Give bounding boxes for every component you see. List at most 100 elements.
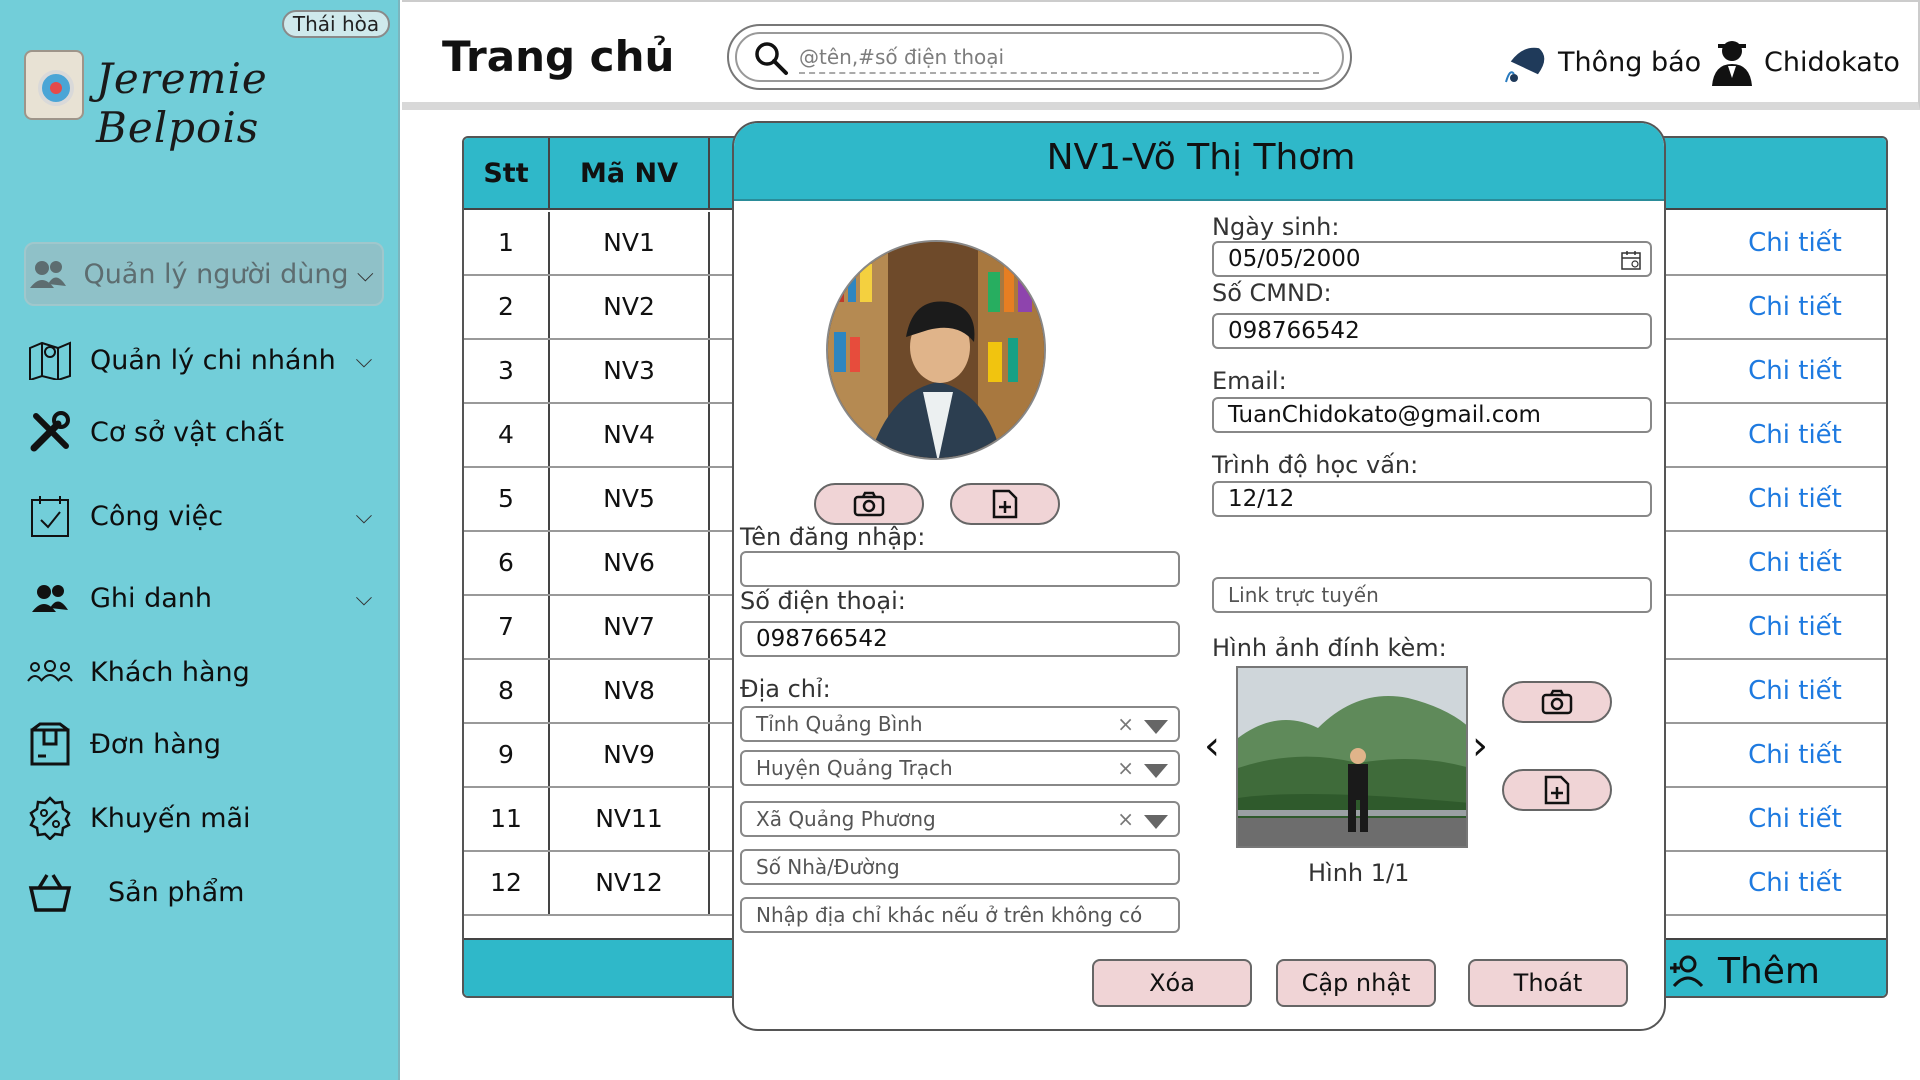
birth-date-field[interactable]: 05/05/2000 bbox=[1212, 241, 1652, 277]
clear-icon[interactable]: × bbox=[1117, 803, 1134, 835]
online-link-field[interactable]: Link trực tuyến bbox=[1212, 577, 1652, 613]
search-input[interactable] bbox=[799, 42, 1319, 74]
employee-avatar bbox=[826, 240, 1046, 460]
column-header-code: Mã NV bbox=[550, 138, 710, 210]
add-button[interactable]: Thêm bbox=[1668, 944, 1820, 996]
sidebar-item-label: Cơ sở vật chất bbox=[90, 416, 284, 448]
detail-link[interactable]: Chi tiết bbox=[1700, 532, 1886, 594]
detail-link[interactable]: Chi tiết bbox=[1700, 276, 1886, 338]
ward-select[interactable]: Xã Quảng Phương × bbox=[740, 801, 1180, 837]
sidebar-item-branch-management[interactable]: Quản lý chi nhánh ⌵ bbox=[24, 328, 384, 392]
email-label: Email: bbox=[1212, 367, 1287, 395]
sidebar-item-label: Công việc bbox=[90, 500, 224, 532]
discount-icon bbox=[24, 792, 76, 844]
caret-down-icon[interactable] bbox=[1144, 764, 1168, 778]
other-address-field[interactable]: Nhập địa chỉ khác nếu ở trên không có bbox=[740, 897, 1180, 933]
sidebar-item-label: Quản lý người dùng bbox=[83, 258, 349, 290]
cell-code: NV9 bbox=[550, 724, 710, 786]
cell-stt: 3 bbox=[464, 340, 550, 402]
take-photo-button[interactable] bbox=[814, 483, 924, 525]
ward-value: Xã Quảng Phương bbox=[756, 807, 936, 831]
sidebar-item-enrollment[interactable]: Ghi danh ⌵ bbox=[24, 566, 384, 630]
cell-stt: 6 bbox=[464, 532, 550, 594]
sidebar: Thái hòa Jeremie Belpois Quản lý người d… bbox=[0, 0, 400, 1080]
detail-link[interactable]: Chi tiết bbox=[1700, 468, 1886, 530]
sidebar-item-facilities[interactable]: Cơ sở vật chất bbox=[24, 400, 384, 464]
clear-icon[interactable]: × bbox=[1117, 708, 1134, 740]
calendar-icon[interactable] bbox=[1620, 249, 1642, 271]
cell-code: NV1 bbox=[550, 212, 710, 274]
detail-link[interactable]: Chi tiết bbox=[1700, 660, 1886, 722]
username-field[interactable] bbox=[740, 551, 1180, 587]
street-field[interactable]: Số Nhà/Đường bbox=[740, 849, 1180, 885]
detail-link[interactable]: Chi tiết bbox=[1700, 340, 1886, 402]
sidebar-item-label: Ghi danh bbox=[90, 582, 213, 614]
cell-code: NV8 bbox=[550, 660, 710, 722]
sidebar-item-user-management[interactable]: Quản lý người dùng ⌵ bbox=[24, 242, 384, 306]
branch-badge[interactable]: Thái hòa bbox=[282, 10, 390, 38]
clear-icon[interactable]: × bbox=[1117, 752, 1134, 784]
education-field[interactable]: 12/12 bbox=[1212, 481, 1652, 517]
sidebar-item-customers[interactable]: Khách hàng bbox=[24, 640, 384, 704]
id-label: Số CMND: bbox=[1212, 279, 1332, 307]
sidebar-item-promotions[interactable]: Khuyến mãi bbox=[24, 786, 384, 850]
cell-code: NV12 bbox=[550, 852, 710, 914]
cell-code: NV7 bbox=[550, 596, 710, 658]
sidebar-item-label: Đơn hàng bbox=[90, 728, 222, 760]
phone-field[interactable]: 098766542 bbox=[740, 621, 1180, 657]
district-value: Huyện Quảng Trạch bbox=[756, 756, 953, 780]
chevron-down-icon[interactable]: ⌵ bbox=[349, 262, 382, 287]
sidebar-item-tasks[interactable]: Công việc ⌵ bbox=[24, 484, 384, 548]
attachment-label: Hình ảnh đính kèm: bbox=[1212, 634, 1447, 662]
exit-button[interactable]: Thoát bbox=[1468, 959, 1628, 1007]
attachment-camera-button[interactable] bbox=[1502, 681, 1612, 723]
search-icon[interactable] bbox=[753, 40, 789, 76]
chevron-down-icon[interactable]: ⌵ bbox=[344, 586, 384, 611]
logo: Jeremie Belpois bbox=[22, 48, 382, 152]
sidebar-item-label: Sản phẩm bbox=[108, 876, 245, 908]
detail-link[interactable]: Chi tiết bbox=[1700, 404, 1886, 466]
logo-text: Jeremie Belpois bbox=[96, 54, 268, 152]
notification-button[interactable]: Thông báo bbox=[1502, 38, 1701, 86]
delete-button[interactable]: Xóa bbox=[1092, 959, 1252, 1007]
detail-link[interactable]: Chi tiết bbox=[1700, 212, 1886, 274]
upload-photo-button[interactable] bbox=[950, 483, 1060, 525]
chevron-down-icon[interactable]: ⌵ bbox=[344, 504, 384, 529]
province-value: Tỉnh Quảng Bình bbox=[756, 712, 923, 736]
caret-down-icon[interactable] bbox=[1144, 815, 1168, 829]
add-file-icon bbox=[1544, 775, 1570, 805]
detail-link[interactable]: Chi tiết bbox=[1700, 788, 1886, 850]
bell-icon bbox=[1505, 47, 1545, 83]
detail-link[interactable]: Chi tiết bbox=[1700, 596, 1886, 658]
camera-icon bbox=[1541, 689, 1573, 715]
customers-icon bbox=[24, 646, 76, 698]
group-icon bbox=[24, 572, 76, 624]
chevron-down-icon[interactable]: ⌵ bbox=[344, 348, 384, 373]
id-number-field[interactable]: 098766542 bbox=[1212, 313, 1652, 349]
update-button[interactable]: Cập nhật bbox=[1276, 959, 1436, 1007]
next-image-arrow-icon[interactable]: › bbox=[1472, 723, 1488, 769]
email-field[interactable]: TuanChidokato@gmail.com bbox=[1212, 397, 1652, 433]
user-menu[interactable]: Chidokato bbox=[1710, 38, 1900, 86]
detail-link[interactable]: Chi tiết bbox=[1700, 724, 1886, 786]
district-select[interactable]: Huyện Quảng Trạch × bbox=[740, 750, 1180, 786]
phone-label: Số điện thoại: bbox=[740, 587, 906, 615]
attachment-upload-button[interactable] bbox=[1502, 769, 1612, 811]
map-icon bbox=[24, 334, 76, 386]
sidebar-item-products[interactable]: Sản phẩm bbox=[24, 860, 384, 924]
detail-link[interactable]: Chi tiết bbox=[1700, 852, 1886, 914]
add-label: Thêm bbox=[1717, 950, 1820, 992]
birth-value: 05/05/2000 bbox=[1228, 246, 1361, 272]
sidebar-item-orders[interactable]: Đơn hàng bbox=[24, 712, 384, 776]
sidebar-item-label: Quản lý chi nhánh bbox=[90, 344, 336, 376]
tools-icon bbox=[24, 406, 76, 458]
calendar-check-icon bbox=[24, 490, 76, 542]
modal-title: NV1-Võ Thị Thơm bbox=[1046, 137, 1356, 178]
province-select[interactable]: Tỉnh Quảng Bình × bbox=[740, 706, 1180, 742]
user-avatar-icon bbox=[1712, 41, 1752, 86]
cell-stt: 11 bbox=[464, 788, 550, 850]
caret-down-icon[interactable] bbox=[1144, 720, 1168, 734]
cell-code: NV11 bbox=[550, 788, 710, 850]
previous-image-arrow-icon[interactable]: ‹ bbox=[1204, 723, 1220, 769]
username-label: Tên đăng nhập: bbox=[740, 523, 926, 551]
